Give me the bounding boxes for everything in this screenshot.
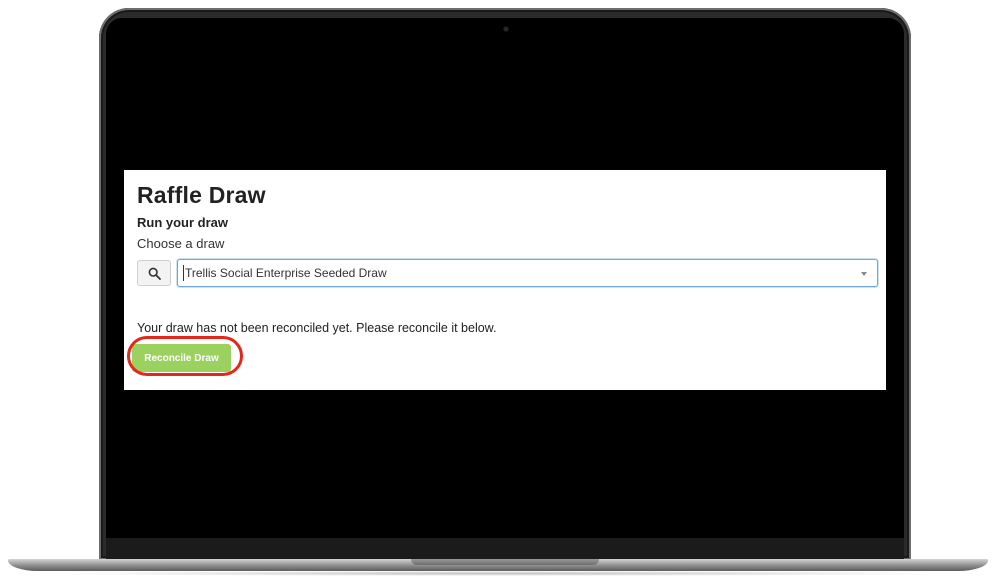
laptop-shadow [40, 571, 956, 576]
section-title: Run your draw [137, 215, 229, 230]
draw-select[interactable]: Trellis Social Enterprise Seeded Draw [177, 259, 878, 287]
raffle-draw-panel: Raffle Draw Run your draw Choose a draw … [124, 170, 886, 390]
reconcile-status-message: Your draw has not been reconciled yet. P… [137, 321, 497, 335]
screen-bottom-bezel [106, 538, 904, 560]
search-button[interactable] [137, 260, 171, 286]
laptop-mockup: Raffle Draw Run your draw Choose a draw … [0, 0, 996, 578]
choose-draw-label: Choose a draw [137, 236, 225, 251]
search-icon [148, 267, 161, 280]
draw-select-row: Trellis Social Enterprise Seeded Draw [137, 259, 878, 287]
camera-icon [504, 27, 508, 31]
text-cursor [183, 265, 184, 281]
draw-select-value: Trellis Social Enterprise Seeded Draw [185, 266, 387, 280]
reconcile-draw-button[interactable]: Reconcile Draw [132, 344, 231, 372]
page-title: Raffle Draw [137, 182, 266, 208]
chevron-down-icon[interactable] [861, 272, 867, 276]
laptop-base-notch [411, 559, 599, 565]
